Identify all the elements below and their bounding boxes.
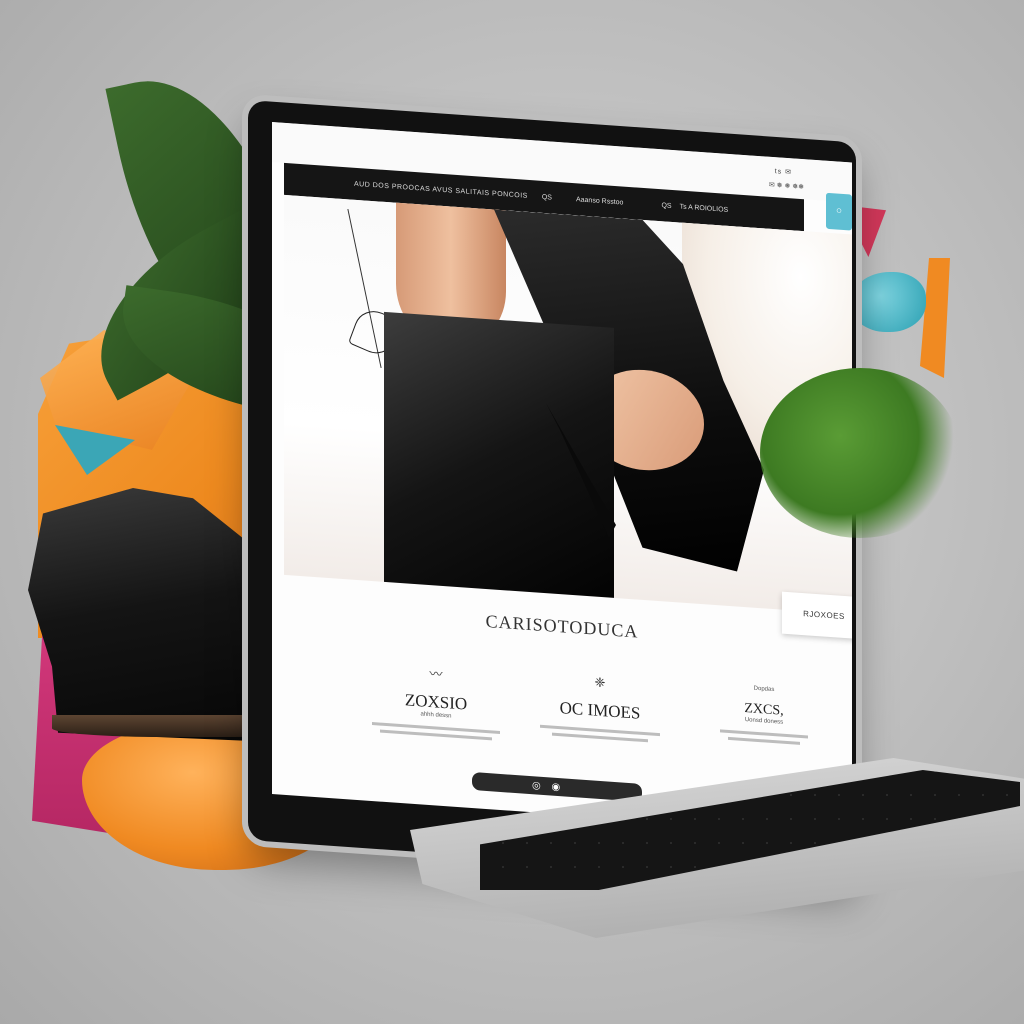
feature-text-lines bbox=[356, 721, 516, 742]
nav-item[interactable]: Ts A ROIOLIOS bbox=[680, 203, 729, 213]
feature-column[interactable]: Dopdas ZXCS, Uonsd doness bbox=[684, 681, 844, 752]
feature-text-lines bbox=[520, 723, 680, 744]
chat-icon[interactable]: ○ bbox=[826, 192, 852, 231]
dock-icons[interactable]: ◎ ◉ bbox=[532, 780, 564, 793]
feature-icon: Dopdas bbox=[753, 685, 775, 694]
teal-shard bbox=[850, 272, 926, 332]
feature-column[interactable]: ❈ OC IMOES bbox=[520, 669, 680, 748]
feature-column[interactable]: 〰 ZOXSIO ahhh dessn bbox=[356, 658, 516, 746]
nav-item[interactable]: QS bbox=[661, 202, 671, 210]
nav-item[interactable]: QS bbox=[542, 193, 552, 201]
nav-item[interactable]: Aaanso Rsstoo bbox=[576, 196, 623, 206]
hero-shoe-bootie bbox=[384, 311, 614, 598]
feature-icon: ❈ bbox=[594, 674, 606, 691]
hero-banner[interactable] bbox=[284, 194, 852, 615]
orange-shard bbox=[920, 258, 950, 378]
plant-sprig bbox=[760, 368, 960, 538]
nav-primary-links[interactable]: AUD DOS PROOCAS AVUS SALITAIS PONCOIS bbox=[354, 180, 528, 199]
feature-title: OC IMOES bbox=[559, 698, 641, 723]
feature-text-lines bbox=[684, 727, 844, 748]
top-utility-links[interactable]: ts ✉ bbox=[775, 167, 792, 176]
feature-icon: 〰 bbox=[429, 666, 443, 682]
